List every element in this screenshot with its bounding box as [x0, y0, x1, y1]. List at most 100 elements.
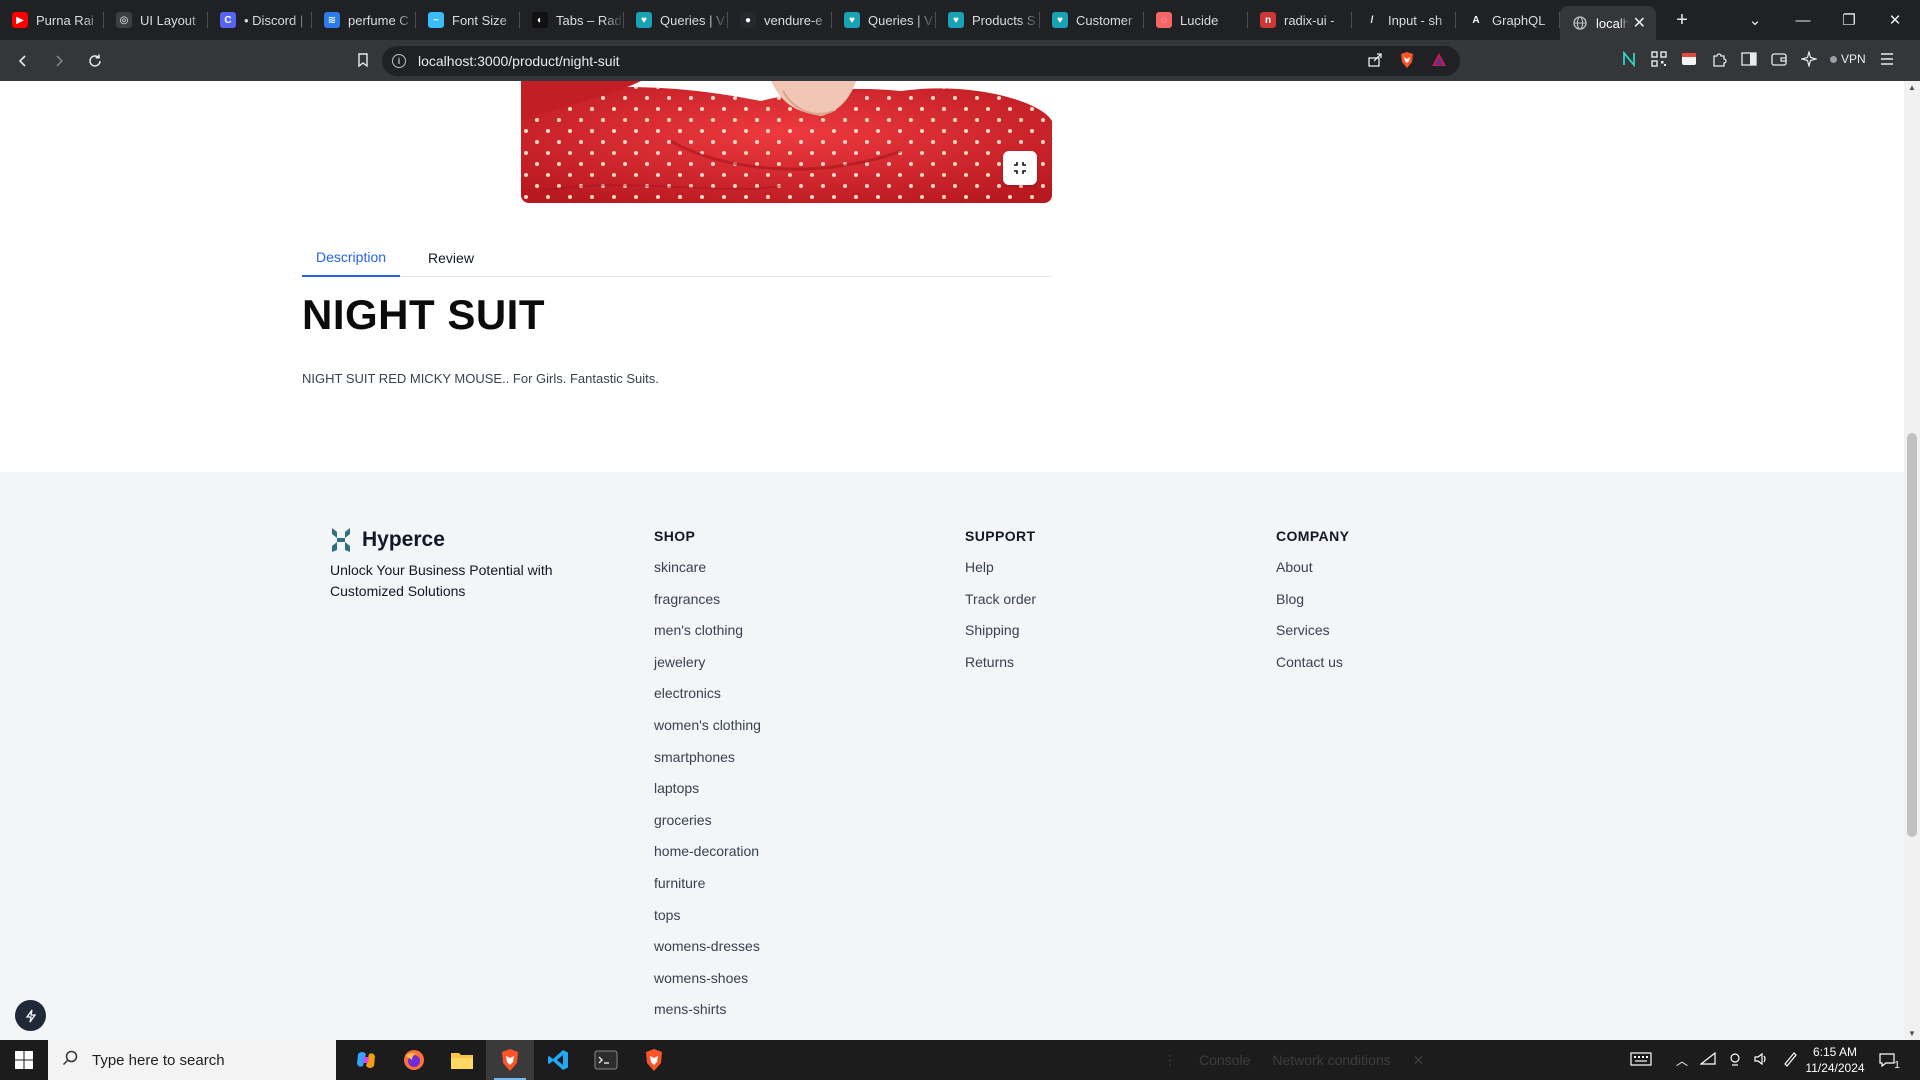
show-hidden-icons-chevron-icon[interactable]: ︿	[1676, 1052, 1688, 1069]
footer-company-link[interactable]: Contact us	[1276, 647, 1349, 679]
bookmark-icon[interactable]	[348, 45, 378, 75]
volume-icon[interactable]	[1754, 1052, 1770, 1069]
footer-shop-link[interactable]: women's clothing	[654, 710, 761, 742]
footer-shop-link[interactable]: men's clothing	[654, 615, 761, 647]
keyboard-layout-icon[interactable]	[1630, 1051, 1652, 1069]
firefox-app[interactable]	[390, 1040, 438, 1080]
footer-shop-link[interactable]: furniture	[654, 868, 761, 900]
minimize-button[interactable]: —	[1780, 0, 1826, 40]
footer-company-link[interactable]: Services	[1276, 615, 1349, 647]
footer-shop-link[interactable]: home-decoration	[654, 836, 761, 868]
browser-tab[interactable]: n radix-ui -	[1248, 0, 1352, 40]
footer-shop-link[interactable]: laptops	[654, 773, 761, 805]
brave-app[interactable]	[486, 1040, 534, 1080]
back-button[interactable]	[8, 46, 38, 76]
footer-shop-column: SHOP skincare fragrances men's clothing jew…	[654, 528, 761, 1026]
footer-support-link[interactable]: Track order	[965, 584, 1036, 616]
footer-shop-link[interactable]: jewelery	[654, 647, 761, 679]
footer-support-link[interactable]: Help	[965, 552, 1036, 584]
extension-n-icon[interactable]	[1620, 50, 1638, 68]
browser-tab[interactable]: ◌ Lucide	[1144, 0, 1248, 40]
scrollbar-thumb[interactable]	[1907, 433, 1917, 837]
address-bar[interactable]: i localhost:3000/product/night-suit	[382, 46, 1460, 76]
vpn-button[interactable]: VPN	[1830, 52, 1866, 66]
browser-tab[interactable]: ◎ UI Layout	[104, 0, 208, 40]
browser-tab[interactable]: / Input - sh	[1352, 0, 1456, 40]
sidebar-icon[interactable]	[1740, 50, 1758, 68]
share-icon[interactable]	[1366, 51, 1384, 69]
copilot-app[interactable]	[342, 1040, 390, 1080]
footer-shop-link[interactable]: womens-shoes	[654, 963, 761, 995]
site-info-icon[interactable]: i	[392, 54, 406, 68]
brave-rewards-icon[interactable]	[1430, 51, 1448, 69]
pen-icon[interactable]	[1782, 1051, 1798, 1070]
reload-button[interactable]	[80, 46, 110, 76]
new-tab-button[interactable]: +	[1668, 9, 1696, 32]
browser-tab[interactable]: ♥ Products S	[936, 0, 1040, 40]
webcam-icon[interactable]	[1728, 1052, 1742, 1069]
tab-active[interactable]: localh ✕	[1560, 6, 1656, 40]
forward-button[interactable]	[44, 46, 74, 76]
site-footer: Hyperce Unlock Your Business Potential w…	[0, 472, 1904, 1040]
browser-tab[interactable]: ♥ Queries | V	[832, 0, 936, 40]
tab-review[interactable]: Review	[414, 239, 488, 277]
browser-tab[interactable]: ♥ Queries | V	[624, 0, 728, 40]
footer-shop-link[interactable]: smartphones	[654, 742, 761, 774]
footer-company-link[interactable]: Blog	[1276, 584, 1349, 616]
devtools-tab-network-conditions[interactable]: Network conditions	[1272, 1052, 1390, 1068]
browser-tab[interactable]: ● vendure-e	[728, 0, 832, 40]
lightning-icon	[25, 1009, 36, 1022]
notification-center-button[interactable]: 1	[1874, 1048, 1904, 1072]
wallet-icon[interactable]	[1770, 50, 1788, 68]
tab-search-chevron-icon[interactable]: ⌄	[1740, 0, 1770, 40]
browser-tab[interactable]: ◐ Tabs – Rad	[520, 0, 624, 40]
footer-shop-link[interactable]: fragrances	[654, 584, 761, 616]
browser-tab[interactable]: ≋ perfume C	[312, 0, 416, 40]
qr-code-icon[interactable]	[1650, 50, 1668, 68]
tab-favicon-icon: ◌	[1156, 12, 1172, 28]
taskbar-clock[interactable]: 6:15 AM 11/24/2024	[1800, 1044, 1870, 1076]
tab-description[interactable]: Description	[302, 239, 401, 277]
extension-card-icon[interactable]	[1680, 50, 1698, 68]
start-button[interactable]	[0, 1040, 48, 1080]
footer-support-link[interactable]: Returns	[965, 647, 1036, 679]
vscode-app[interactable]	[534, 1040, 582, 1080]
tab-favicon-icon: n	[1260, 12, 1276, 28]
page-scrollbar[interactable]: ▲ ▼	[1904, 81, 1920, 1040]
tab-favicon-icon: /	[1364, 12, 1380, 28]
footer-shop-link[interactable]: skincare	[654, 552, 761, 584]
windows-taskbar: Type here to search ⋮ Console Network co…	[0, 1040, 1920, 1080]
extensions-puzzle-icon[interactable]	[1710, 50, 1728, 68]
footer-shop-link[interactable]: groceries	[654, 805, 761, 837]
menu-icon[interactable]	[1878, 50, 1896, 68]
footer-shop-link[interactable]: electronics	[654, 678, 761, 710]
floating-action-button[interactable]	[15, 1000, 46, 1031]
browser-tab[interactable]: ~ Font Size	[416, 0, 520, 40]
browser-tab[interactable]: ▶ Purna Rai	[0, 0, 104, 40]
close-icon[interactable]: ✕	[1413, 1052, 1425, 1069]
terminal-app[interactable]	[582, 1040, 630, 1080]
browser-tab[interactable]: A GraphQL	[1456, 0, 1560, 40]
footer-brand[interactable]: Hyperce	[330, 526, 445, 554]
taskbar-search[interactable]: Type here to search	[48, 1040, 336, 1080]
leo-ai-icon[interactable]	[1800, 50, 1818, 68]
footer-support-link[interactable]: Shipping	[965, 615, 1036, 647]
collapse-image-button[interactable]	[1003, 151, 1037, 185]
devtools-tab-console[interactable]: Console	[1199, 1052, 1250, 1068]
close-tab-icon[interactable]: ✕	[1633, 13, 1646, 33]
restore-button[interactable]: ❐	[1826, 0, 1872, 40]
hyperce-logo-icon	[332, 528, 350, 552]
footer-shop-link[interactable]: womens-dresses	[654, 931, 761, 963]
file-explorer-app[interactable]	[438, 1040, 486, 1080]
scroll-up-arrow-icon[interactable]: ▲	[1908, 83, 1916, 92]
scroll-down-arrow-icon[interactable]: ▼	[1908, 1029, 1916, 1038]
browser-tab[interactable]: ♥ Customer	[1040, 0, 1144, 40]
close-window-button[interactable]: ✕	[1872, 0, 1918, 40]
footer-company-link[interactable]: About	[1276, 552, 1349, 584]
footer-shop-link[interactable]: mens-shirts	[654, 994, 761, 1026]
footer-shop-link[interactable]: tops	[654, 900, 761, 932]
network-icon[interactable]	[1699, 1051, 1716, 1069]
browser-tab[interactable]: C • Discord |	[208, 0, 312, 40]
brave-app-2[interactable]	[630, 1040, 678, 1080]
brave-shields-icon[interactable]	[1398, 51, 1416, 69]
